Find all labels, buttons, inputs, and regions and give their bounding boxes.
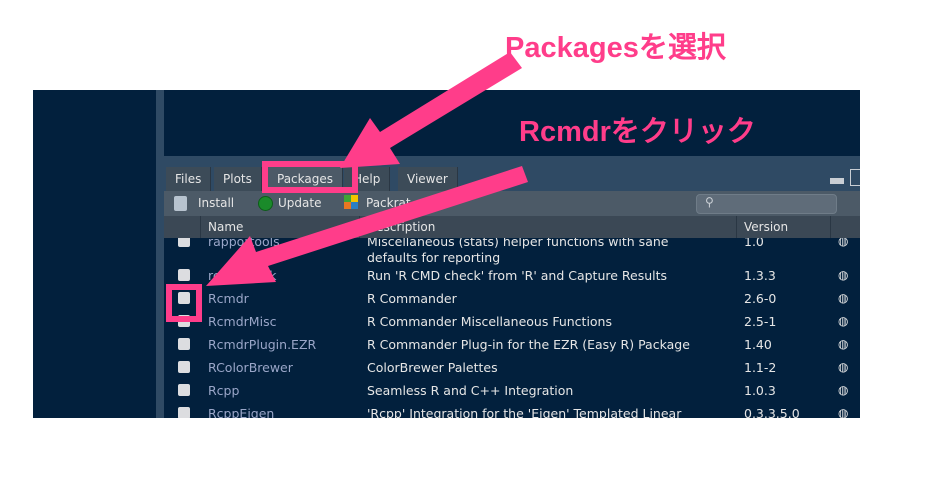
annotation-step2: Rcmdrをクリック <box>519 116 756 148</box>
arrows <box>206 52 528 286</box>
arrow-to-rcmdr <box>206 166 528 286</box>
arrow-to-packages <box>340 52 522 168</box>
annotation-step1: Packagesを選択 <box>505 32 726 64</box>
